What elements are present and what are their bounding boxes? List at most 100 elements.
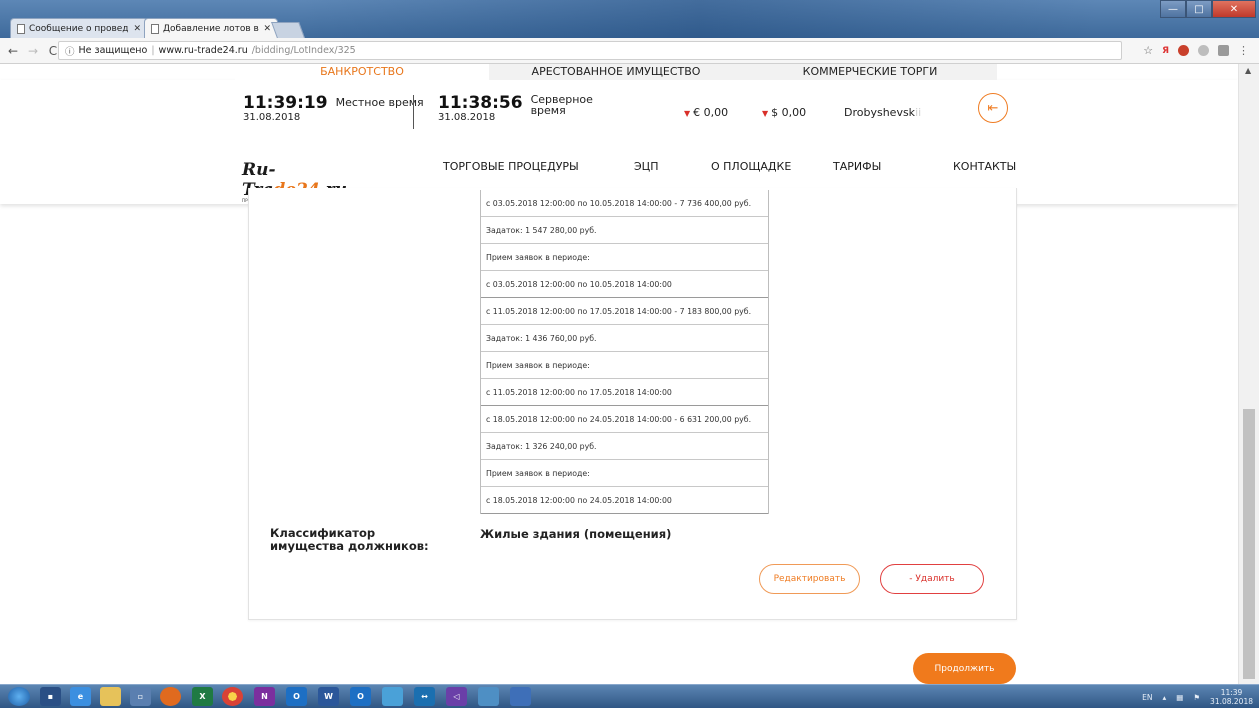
site-logo[interactable]: Ru-Trade24.ru ПРОВЕДЕНИЕ ТОРГОВ · 24 ЧАС… [242, 160, 362, 203]
start-button-icon[interactable] [8, 687, 30, 706]
balance-usd[interactable]: ▼ $ 0,00 [762, 106, 806, 119]
system-tray: EN ▴ ▦ ⚑ 11:39 31.08.2018 [1142, 688, 1253, 706]
maximize-button[interactable]: □ [1186, 0, 1212, 18]
flag-icon[interactable]: ⚑ [1193, 693, 1200, 702]
tab-title: Сообщение о проведен [29, 23, 130, 34]
folder-icon[interactable] [100, 687, 121, 706]
classifier-label: Классификатор имущества должников: [270, 526, 429, 553]
caret-down-icon: ▼ [762, 109, 769, 118]
browser-tab-1[interactable]: Сообщение о проведен ✕ [10, 18, 148, 38]
nav-trading-procedures[interactable]: ТОРГОВЫЕ ПРОЦЕДУРЫ [443, 160, 579, 173]
browser-tab-2[interactable]: Добавление лотов в тор ✕ [144, 18, 278, 38]
minimize-button[interactable]: — [1160, 0, 1186, 18]
close-tab-icon[interactable]: ✕ [133, 24, 141, 34]
table-row: с 11.05.2018 12:00:00 по 17.05.2018 14:0… [481, 379, 768, 406]
info-icon[interactable]: ⓘ [65, 44, 75, 58]
edit-button[interactable]: Редактировать [759, 564, 860, 594]
app-icon[interactable] [510, 687, 531, 706]
save-disk-icon[interactable]: ▪ [40, 687, 61, 706]
browser-titlebar: Сообщение о проведен ✕ Добавление лотов … [0, 0, 1259, 38]
new-tab-button[interactable] [271, 22, 305, 38]
extension-icon[interactable] [1198, 45, 1209, 56]
bookmark-star-icon[interactable]: ☆ [1143, 44, 1153, 57]
tab-commercial-trades[interactable]: КОММЕРЧЕСКИЕ ТОРГИ [743, 64, 997, 80]
username-text: Drobyshevsk [844, 106, 916, 119]
teamviewer-icon[interactable]: ↔ [414, 687, 435, 706]
language-indicator[interactable]: EN [1142, 693, 1152, 702]
table-row: Прием заявок в периоде: [481, 460, 768, 487]
local-time: 11:39:19 [243, 93, 328, 113]
outlook-icon[interactable]: O [286, 687, 307, 706]
server-time-block: 11:38:56 31.08.2018 Серверное время [438, 94, 593, 123]
scrollbar-thumb[interactable] [1243, 409, 1255, 679]
server-time: 11:38:56 [438, 93, 523, 113]
tab-title: Добавление лотов в тор [163, 23, 259, 34]
separator: | [151, 45, 155, 56]
address-bar: ← → C ⓘ Не защищено | www.ru-trade24.ru /… [0, 38, 1259, 64]
price-periods-table: с 03.05.2018 12:00:00 по 10.05.2018 14:0… [480, 190, 769, 514]
tray-clock[interactable]: 11:39 31.08.2018 [1210, 688, 1253, 706]
table-row: Прием заявок в периоде: [481, 244, 768, 271]
logout-button[interactable]: ⇤ [978, 93, 1008, 123]
nav-eds[interactable]: ЭЦП [634, 160, 659, 173]
word-icon[interactable]: W [318, 687, 339, 706]
outlook-icon[interactable]: O [350, 687, 371, 706]
table-row: Задаток: 1 547 280,00 руб. [481, 217, 768, 244]
menu-icon[interactable]: ⋮ [1238, 44, 1249, 57]
extension-icons: ☆ Я ⋮ [1143, 44, 1249, 57]
table-row: с 03.05.2018 12:00:00 по 10.05.2018 14:0… [481, 271, 768, 298]
delete-button[interactable]: - Удалить [880, 564, 984, 594]
document-icon [151, 23, 159, 34]
balance-usd-value: $ 0,00 [771, 106, 807, 119]
table-row: с 18.05.2018 12:00:00 по 24.05.2018 14:0… [481, 487, 768, 514]
close-window-button[interactable]: ✕ [1212, 0, 1256, 18]
clock-date: 31.08.2018 [1210, 697, 1253, 706]
server-date: 31.08.2018 [438, 112, 496, 123]
url-field[interactable]: ⓘ Не защищено | www.ru-trade24.ru/biddin… [58, 41, 1122, 60]
visual-studio-icon[interactable]: ◁ [446, 687, 467, 706]
continue-button[interactable]: Продолжить [913, 653, 1016, 684]
yandex-icon[interactable]: Я [1162, 46, 1169, 56]
security-label: Не защищено [78, 45, 148, 56]
table-row: Прием заявок в периоде: [481, 352, 768, 379]
excel-icon[interactable]: X [192, 687, 213, 706]
extension-icon[interactable] [1178, 45, 1189, 56]
ie-icon[interactable]: e [70, 687, 91, 706]
time-divider [413, 95, 414, 129]
balance-eur[interactable]: ▼ € 0,00 [684, 106, 728, 119]
nav-tariffs[interactable]: ТАРИФЫ [833, 160, 881, 173]
tab-bankruptcy[interactable]: БАНКРОТСТВО [235, 64, 489, 80]
back-icon[interactable]: ← [6, 44, 20, 58]
nav-contacts[interactable]: КОНТАКТЫ [953, 160, 1016, 173]
local-time-block: 11:39:19 31.08.2018 Местное время [243, 94, 424, 123]
table-row: с 18.05.2018 12:00:00 по 24.05.2018 14:0… [481, 406, 768, 433]
local-date: 31.08.2018 [243, 112, 301, 123]
window-controls: — □ ✕ [1160, 0, 1256, 18]
close-tab-icon[interactable]: ✕ [263, 24, 271, 34]
scroll-up-icon[interactable]: ▲ [1245, 66, 1251, 75]
table-row: с 03.05.2018 12:00:00 по 10.05.2018 14:0… [481, 190, 768, 217]
username[interactable]: Drobyshevskii [844, 106, 921, 119]
network-tray-icon[interactable]: ▦ [1176, 693, 1183, 702]
username-text-faded: ii [915, 106, 922, 119]
onenote-icon[interactable]: N [254, 687, 275, 706]
clock-time: 11:39 [1220, 688, 1243, 697]
app-icon[interactable] [478, 687, 499, 706]
taskbar: ▪ e ▫ X N O W O ↔ ◁ EN ▴ ▦ ⚑ 11:39 31.08… [0, 684, 1259, 708]
local-time-label: Местное время [335, 96, 424, 109]
firefox-icon[interactable] [160, 687, 181, 706]
extension-icon[interactable] [1218, 45, 1229, 56]
tray-arrow-icon[interactable]: ▴ [1162, 693, 1166, 702]
nav-about[interactable]: О ПЛОЩАДКЕ [711, 160, 791, 173]
page-scrollbar[interactable]: ▲ [1238, 64, 1259, 684]
tab-arrested-property[interactable]: АРЕСТОВАННОЕ ИМУЩЕСТВО [489, 64, 743, 80]
page-viewport: БАНКРОТСТВО АРЕСТОВАННОЕ ИМУЩЕСТВО КОММЕ… [0, 64, 1238, 684]
network-icon[interactable] [382, 687, 403, 706]
chrome-icon[interactable] [222, 687, 243, 706]
document-icon [17, 23, 25, 34]
caret-down-icon: ▼ [684, 109, 691, 118]
logout-icon: ⇤ [987, 100, 999, 116]
forward-icon[interactable]: → [26, 44, 40, 58]
site-header [0, 80, 1238, 204]
app-icon[interactable]: ▫ [130, 687, 151, 706]
